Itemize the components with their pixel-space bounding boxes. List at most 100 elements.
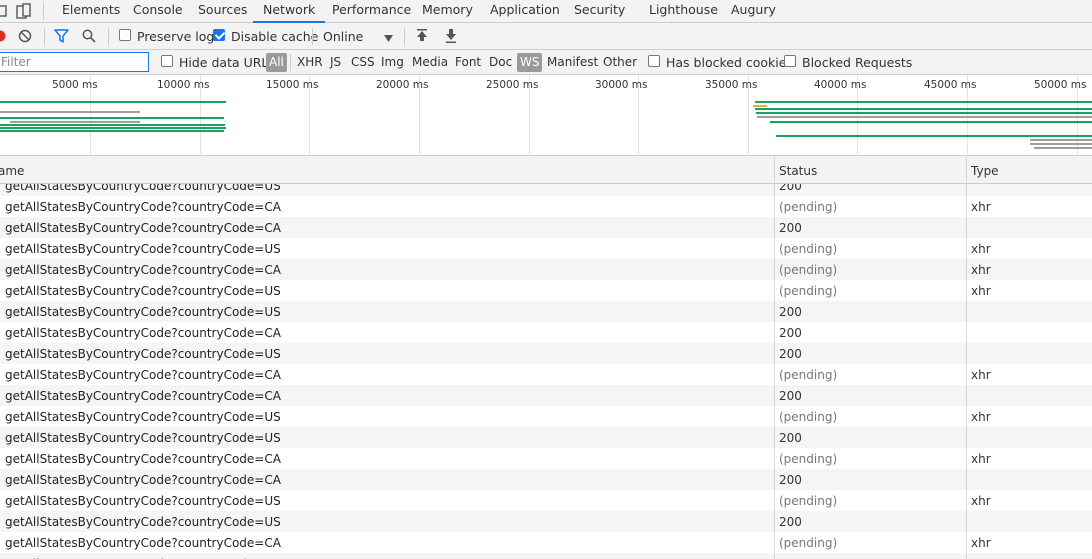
request-status: 200 [779,326,802,340]
type-filter-xhr[interactable]: XHR [294,53,326,72]
type-filter-js[interactable]: JS [327,53,344,72]
toolbar-separator [404,28,405,45]
overview-tick-label: 5000 ms [52,79,98,91]
hide-data-urls-checkbox[interactable] [161,55,173,67]
disable-cache-checkbox[interactable] [213,29,225,41]
overview-request-bar [753,105,767,107]
request-type: xhr [971,200,991,214]
type-filter-css[interactable]: CSS [348,53,378,72]
type-filter-font[interactable]: Font [452,53,484,72]
tab-network[interactable]: Network [253,0,326,23]
device-toolbar-icon[interactable] [16,3,32,22]
request-type: xhr [971,368,991,382]
column-divider[interactable] [774,156,775,559]
request-name: getAllStatesByCountryCode?countryCode=CA [5,200,281,214]
has-blocked-cookies-checkbox[interactable] [648,55,660,67]
tab-sources[interactable]: Sources [198,0,247,23]
tab-memory[interactable]: Memory [422,0,473,23]
overview-request-bar [755,101,1092,103]
tab-performance[interactable]: Performance [332,0,411,23]
request-status: (pending) [779,368,838,382]
type-filter-all[interactable]: All [266,53,287,72]
tab-augury[interactable]: Augury [731,0,776,23]
table-row[interactable]: getAllStatesByCountryCode?countryCode=CA… [0,322,1092,343]
blocked-requests-label[interactable]: Blocked Requests [802,55,912,70]
preserve-log-checkbox[interactable] [119,29,131,41]
column-divider[interactable] [966,156,967,559]
request-name: getAllStatesByCountryCode?countryCode=CA [5,389,281,403]
type-filter-other[interactable]: Other [600,53,640,72]
overview-tick-label: 45000 ms [924,79,977,91]
filter-input[interactable] [0,52,149,72]
element-picker-icon[interactable] [0,3,8,22]
record-icon[interactable] [0,30,6,45]
request-status: (pending) [779,242,838,256]
network-overview[interactable]: 5000 ms 10000 ms 15000 ms 20000 ms 25000… [0,75,1092,156]
request-list: getAllStatesByCountryCode?countryCode=US… [0,175,1092,559]
table-row[interactable]: getAllStatesByCountryCode?countryCode=CA… [0,217,1092,238]
tab-elements[interactable]: Elements [62,0,120,23]
blocked-requests-checkbox[interactable] [784,55,796,67]
type-filter-doc[interactable]: Doc [486,53,515,72]
request-type: xhr [971,494,991,508]
overview-request-bar [0,130,224,132]
table-row[interactable]: getAllStatesByCountryCode?countryCode=US… [0,427,1092,448]
overview-tick-label: 30000 ms [595,79,648,91]
column-header-status[interactable]: Status [779,164,817,178]
table-row[interactable]: getAllStatesByCountryCode?countryCode=CA… [0,448,1092,469]
table-row[interactable]: getAllStatesByCountryCode?countryCode=US… [0,343,1092,364]
overview-request-bar [0,124,225,126]
request-name: getAllStatesByCountryCode?countryCode=CA [5,263,281,277]
request-type: xhr [971,263,991,277]
overview-request-bar [776,135,1092,137]
request-name: getAllStatesByCountryCode?countryCode=US [5,242,281,256]
request-type: xhr [971,242,991,256]
export-har-icon[interactable] [445,29,457,46]
table-row[interactable]: getAllStatesByCountryCode?countryCode=CA… [0,364,1092,385]
table-row[interactable]: getAllStatesByCountryCode?countryCode=US… [0,280,1092,301]
overview-request-bar [0,111,140,113]
request-name: getAllStatesByCountryCode?countryCode=US [5,431,281,445]
type-filter-img[interactable]: Img [378,53,407,72]
table-row[interactable]: getAllStatesByCountryCode?countryCode=CA… [0,385,1092,406]
tab-lighthouse[interactable]: Lighthouse [649,0,718,23]
request-status: 200 [779,221,802,235]
table-row[interactable]: getAllStatesByCountryCode?countryCode=US… [0,238,1092,259]
overview-request-bar [0,101,226,103]
import-har-icon[interactable] [416,29,428,46]
request-name: getAllStatesByCountryCode?countryCode=CA [5,326,281,340]
column-header-name[interactable]: Name [0,164,24,178]
request-status: (pending) [779,263,838,277]
overview-request-bar [1030,139,1092,141]
table-row[interactable]: getAllStatesByCountryCode?countryCode=CA… [0,532,1092,553]
tab-console[interactable]: Console [133,0,183,23]
table-row[interactable]: getAllStatesByCountryCode?countryCode=US… [0,511,1092,532]
table-row[interactable]: getAllStatesByCountryCode?countryCode=CA… [0,553,1092,559]
hide-data-urls-label[interactable]: Hide data URLs [179,55,275,70]
type-filter-ws[interactable]: WS [517,53,543,72]
has-blocked-cookies-label[interactable]: Has blocked cookies [666,55,793,70]
request-status: (pending) [779,410,838,424]
table-row[interactable]: getAllStatesByCountryCode?countryCode=CA… [0,469,1092,490]
table-row[interactable]: getAllStatesByCountryCode?countryCode=US… [0,490,1092,511]
request-status: (pending) [779,452,838,466]
preserve-log-label[interactable]: Preserve log [137,29,214,44]
type-filter-manifest[interactable]: Manifest [544,53,601,72]
tab-security[interactable]: Security [574,0,625,23]
filter-icon[interactable] [54,29,69,46]
throttling-select[interactable]: Online [323,29,363,44]
type-filter-media[interactable]: Media [409,53,451,72]
request-name: getAllStatesByCountryCode?countryCode=CA [5,221,281,235]
tab-application[interactable]: Application [490,0,560,23]
clear-icon[interactable] [18,29,32,46]
overview-request-bar [10,121,140,123]
table-row[interactable]: getAllStatesByCountryCode?countryCode=CA… [0,196,1092,217]
request-name: getAllStatesByCountryCode?countryCode=CA [5,452,281,466]
column-header-type[interactable]: Type [971,164,999,178]
table-row[interactable]: getAllStatesByCountryCode?countryCode=US… [0,406,1092,427]
table-row[interactable]: getAllStatesByCountryCode?countryCode=US… [0,301,1092,322]
disable-cache-label[interactable]: Disable cache [231,29,318,44]
search-icon[interactable] [82,29,96,46]
table-row[interactable]: getAllStatesByCountryCode?countryCode=CA… [0,259,1092,280]
chevron-down-icon[interactable] [384,32,393,46]
